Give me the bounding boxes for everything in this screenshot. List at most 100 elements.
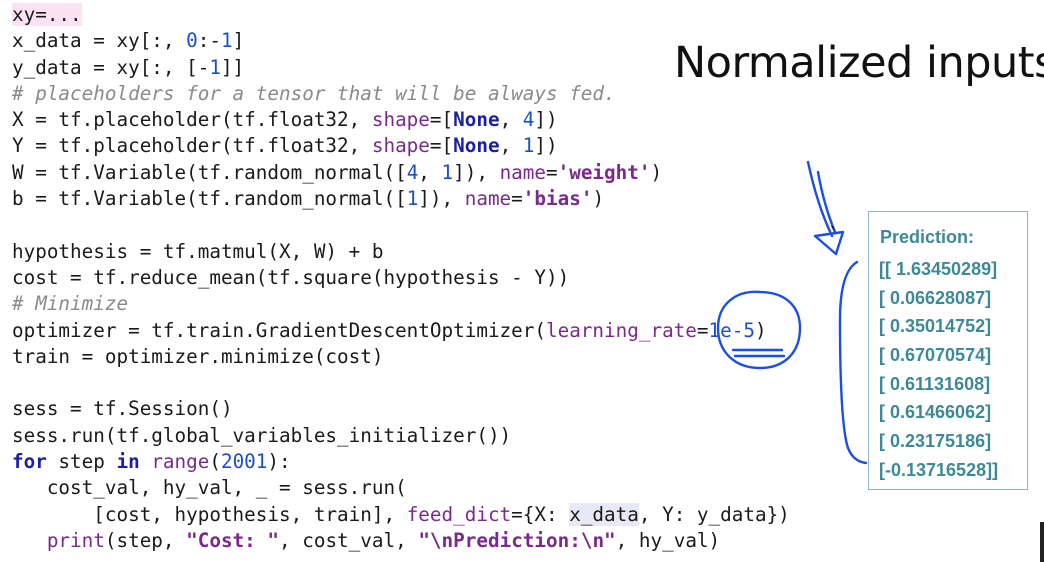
code-token: 1 — [406, 187, 419, 211]
code-token: ]), — [453, 160, 500, 184]
prediction-row: [ 0.61466062] — [879, 402, 992, 423]
bracket-annotation — [838, 260, 868, 465]
code-token: b = tf.Variable(tf.random_normal([ — [12, 187, 407, 211]
code-token: train = optimizer.minimize(cost) — [12, 344, 384, 368]
code-line: hypothesis = tf.matmul(X, W) + b — [12, 239, 792, 265]
prediction-values: [[ 1.63450289] [ 0.06628087] [ 0.3501475… — [879, 255, 998, 485]
code-token: W = tf.Variable(tf.random_normal([ — [12, 160, 407, 184]
code-token: ]), — [418, 187, 465, 211]
code-token: learning_rate — [545, 318, 697, 342]
code-token: x_data — [569, 502, 639, 526]
code-token: step — [46, 450, 117, 474]
code-token: feed_dict — [406, 502, 512, 526]
code-token: xy=... — [12, 3, 82, 26]
code-token: , cost_val, — [279, 528, 419, 552]
code-token: name — [464, 187, 512, 211]
code-line: train = optimizer.minimize(cost) — [12, 344, 792, 370]
prediction-row: [ 0.23175186] — [879, 431, 992, 452]
code-token: 2001 — [220, 450, 268, 474]
code-token: optimizer = tf.train.GradientDescentOpti… — [12, 318, 546, 342]
code-line: xy=... — [12, 2, 792, 28]
code-line: optimizer = tf.train.GradientDescentOpti… — [12, 318, 792, 344]
code-token: "\nPrediction:\n" — [418, 528, 616, 552]
prediction-row: [ 0.35014752] — [879, 316, 992, 337]
code-token: :- — [197, 29, 221, 53]
code-token: 1 — [441, 160, 454, 184]
code-token: ) — [592, 187, 605, 211]
code-token: name — [499, 160, 546, 184]
code-token: , Y: y_data}) — [638, 502, 790, 526]
code-line: for step in range(2001): — [12, 449, 792, 475]
code-token: 1 — [522, 134, 535, 158]
code-token: , hy_val) — [615, 528, 721, 552]
prediction-output-box: Prediction: [[ 1.63450289] [ 0.06628087]… — [868, 211, 1028, 490]
prediction-row: [ 0.06628087] — [879, 287, 992, 308]
code-line: [cost, hypothesis, train], feed_dict={X:… — [12, 502, 792, 528]
code-token: = — [511, 187, 523, 211]
code-token: 4 — [522, 108, 535, 132]
code-token: 1 — [220, 29, 233, 53]
code-line: Y = tf.placeholder(tf.float32, shape=[No… — [12, 133, 792, 159]
code-line: # Minimize — [12, 291, 792, 317]
code-token: sess.run(tf.global_variables_initializer… — [12, 423, 512, 447]
code-token: ): — [267, 450, 291, 474]
code-token: [cost, hypothesis, train], — [12, 502, 407, 526]
code-token: =[ — [429, 108, 454, 132]
code-token: = xy[:, — [81, 29, 187, 53]
code-token: 1e-5 — [708, 318, 755, 342]
code-token: cost_val, hy_val, _ = sess.run( — [12, 476, 407, 500]
code-token: ) — [754, 318, 767, 342]
code-token: Y = tf.placeholder(tf.float32, — [12, 134, 372, 158]
code-token: for — [12, 450, 47, 474]
code-token: # Minimize — [12, 292, 129, 316]
code-token: = — [546, 160, 558, 184]
code-line: sess = tf.Session() — [12, 396, 792, 422]
code-token: hypothesis = tf.matmul(X, W) + b — [12, 239, 384, 263]
code-line: W = tf.Variable(tf.random_normal([4, 1])… — [12, 160, 792, 186]
code-token: 'bias' — [522, 187, 593, 211]
code-token: "Cost: " — [186, 528, 280, 552]
prediction-row: [ 0.61131608] — [879, 373, 991, 394]
code-token: , — [499, 134, 523, 158]
code-token: ( — [209, 450, 221, 474]
code-token: ]) — [534, 134, 558, 158]
code-line: cost = tf.reduce_mean(tf.square(hypothes… — [12, 265, 792, 291]
code-token: ={X: — [511, 502, 570, 526]
code-line: sess.run(tf.global_variables_initializer… — [12, 423, 792, 449]
code-line: print(step, "Cost: ", cost_val, "\nPredi… — [12, 528, 792, 554]
code-token: = — [696, 318, 709, 342]
code-token: 4 — [406, 160, 419, 184]
code-token: in — [116, 450, 140, 474]
code-line: b = tf.Variable(tf.random_normal([1]), n… — [12, 186, 792, 212]
code-token: X = tf.placeholder(tf.float32, — [12, 108, 372, 132]
code-token: ]) — [534, 108, 558, 132]
scrollbar-stub[interactable] — [1040, 522, 1044, 562]
prediction-title: Prediction: — [880, 227, 975, 247]
prediction-row: [-0.13716528]] — [879, 459, 999, 480]
code-token: None — [453, 134, 500, 158]
code-token: # placeholders for a tensor that will be… — [12, 81, 616, 105]
code-token: ]] — [220, 55, 245, 79]
code-token: sess = tf.Session() — [12, 397, 233, 421]
code-token: 1 — [209, 55, 221, 79]
code-token: , — [499, 108, 523, 132]
code-token: (step, — [104, 528, 187, 552]
code-token: print — [46, 528, 105, 552]
code-token: ] — [232, 29, 245, 53]
code-token: shape — [371, 108, 430, 132]
code-token: cost = tf.reduce_mean(tf.square(hypothes… — [12, 265, 570, 289]
code-token: 'weight' — [557, 160, 651, 184]
prediction-row: [[ 1.63450289] — [879, 259, 998, 279]
slide-title: Normalized inputs — [674, 38, 1044, 88]
code-token: None — [453, 108, 500, 132]
code-token: =[ — [429, 134, 454, 158]
code-token: shape — [371, 134, 430, 158]
code-token: 0 — [186, 29, 198, 53]
code-line: cost_val, hy_val, _ = sess.run( — [12, 475, 792, 501]
arrow-annotation — [806, 160, 834, 238]
prediction-row: [ 0.67070574] — [879, 345, 992, 366]
